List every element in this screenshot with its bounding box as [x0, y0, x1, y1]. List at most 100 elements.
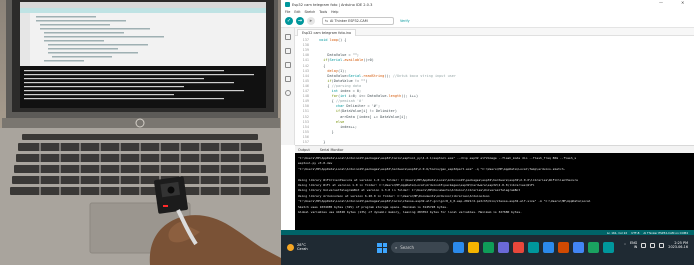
- taskbar-app-icon[interactable]: [468, 242, 479, 253]
- verify-tooltip: Verify: [400, 19, 410, 23]
- taskbar-app-icon[interactable]: [543, 242, 554, 253]
- code-editor[interactable]: 137 138 139 140 141 142 143 144 145 146 147 148 149 1…: [295, 36, 694, 145]
- console-line: Using library ArduinoJson at version 6.2…: [298, 193, 490, 198]
- board-selector[interactable]: ⇆ AI Thinker ESP32-CAM: [322, 17, 394, 25]
- output-console: "C:\Users\HP\AppData\Local\Arduino15\pac…: [295, 153, 694, 230]
- volume-icon[interactable]: [650, 242, 656, 248]
- line-number: 152: [302, 114, 309, 119]
- battery-icon[interactable]: [659, 242, 665, 248]
- code-line: { //parsing data: [319, 84, 361, 88]
- code-line: delay(1);: [319, 69, 346, 73]
- line-number-gutter: 137 138 139 140 141 142 143 144 145 146 147 148 149 1…: [295, 36, 313, 145]
- code-token: readString: [363, 73, 385, 78]
- close-button[interactable]: ✕: [681, 0, 684, 5]
- code-token: //Untuk baca string input user: [392, 73, 457, 78]
- code-line: for(int i=0; i<= DataValue.length(); i++…: [319, 94, 418, 98]
- tab-serial-monitor[interactable]: Serial Monitor: [320, 148, 344, 152]
- arduino-ide-screenshot: Esp32 cam telegram foto | Arduino IDE 2.…: [281, 0, 694, 265]
- code-line: else: [319, 120, 344, 124]
- taskbar-search[interactable]: ⌕ Search: [391, 242, 449, 253]
- menu-sketch[interactable]: Sketch: [305, 10, 316, 14]
- code-token: if: [319, 109, 341, 114]
- taskbar-app-icon[interactable]: [603, 242, 614, 253]
- code-line: { //pemisah '#': [319, 99, 364, 104]
- line-number: 147: [302, 89, 309, 93]
- laptop-photo-drawing: [0, 0, 281, 265]
- boards-icon[interactable]: [285, 48, 291, 54]
- debug-icon[interactable]: [285, 76, 291, 82]
- taskbar-app-icon[interactable]: [558, 242, 569, 253]
- code-line: if(DataValue != ""): [319, 79, 367, 83]
- code-line: char Delimiter = '#';: [319, 104, 380, 108]
- code-line: if(Serial.available()>0): [319, 58, 374, 62]
- minimize-button[interactable]: —: [659, 0, 663, 5]
- taskbar-app-icon[interactable]: [528, 242, 539, 253]
- system-tray: ˄ ENG IN 2:25 PM 2023-06-16: [624, 241, 688, 250]
- debug-icon: ▸: [309, 18, 313, 24]
- code-line: DataValue = "";: [319, 53, 359, 57]
- code-line: }: [319, 140, 325, 144]
- output-panel-header: Output Serial Monitor: [295, 145, 694, 153]
- tab-sketch[interactable]: Esp32 cam telegram foto.ino: [297, 29, 357, 36]
- line-number: 138: [302, 43, 309, 48]
- code-line: index++;: [319, 125, 357, 129]
- windows-taskbar: 28°C Cerah ⌕ Search ˄ ENG IN 2:25 PM 202…: [281, 235, 694, 265]
- verify-button[interactable]: ✓: [285, 17, 293, 25]
- search-icon[interactable]: [285, 90, 291, 96]
- taskbar-app-icon[interactable]: [513, 242, 524, 253]
- line-number: 146: [302, 83, 309, 88]
- start-button[interactable]: [377, 242, 387, 253]
- taskbar-app-icon[interactable]: [573, 242, 584, 253]
- folder-icon[interactable]: [285, 34, 291, 40]
- code-token: }: [319, 140, 326, 144]
- board-name: AI Thinker ESP32-CAM: [330, 19, 368, 23]
- menu-tools[interactable]: Tools: [319, 10, 327, 14]
- line-number: 140: [302, 53, 309, 58]
- debug-button[interactable]: ▸: [307, 17, 315, 25]
- line-number: 137: [302, 38, 309, 42]
- code-token: Delimiter = '#';: [346, 104, 381, 109]
- line-number: 150: [302, 104, 309, 109]
- wifi-icon[interactable]: [641, 242, 647, 248]
- code-line: int index = 0;: [319, 89, 362, 93]
- taskbar-app-icon[interactable]: [483, 242, 494, 253]
- taskbar-app-icon[interactable]: [588, 242, 599, 253]
- check-icon: ✓: [286, 18, 292, 24]
- menu-edit[interactable]: Edit: [294, 10, 300, 14]
- file-encoding: UTF-8: [631, 230, 640, 235]
- menu-help[interactable]: Help: [331, 10, 338, 14]
- clock-date[interactable]: 2023-06-16: [668, 245, 688, 249]
- console-line: "C:\Users\HP\AppData\Local\Arduino15\pac…: [298, 156, 577, 160]
- line-number: 154: [302, 124, 309, 129]
- code-line: if(DataValue[i] != Delimiter): [319, 109, 397, 113]
- line-number: 148: [302, 94, 309, 99]
- weather-widget[interactable]: 28°C Cerah: [287, 243, 308, 252]
- code-token: void: [319, 38, 330, 42]
- activity-sidebar: [281, 28, 295, 145]
- console-line: Using library WiFi at version 1.0 in fol…: [298, 183, 535, 187]
- code-token: int: [340, 94, 349, 99]
- line-number: 143: [302, 68, 309, 73]
- editor-tabs: Esp32 cam telegram foto.ino: [295, 28, 694, 36]
- code-token: //pemisah '#': [335, 99, 364, 104]
- library-icon[interactable]: [285, 62, 291, 68]
- tab-output[interactable]: Output: [298, 148, 310, 152]
- console-line: Global variables use 44328 bytes (13%) o…: [298, 210, 522, 214]
- code-token: for: [319, 94, 338, 99]
- code-token: //parsing data: [331, 83, 362, 88]
- taskbar-app-icon[interactable]: [498, 242, 509, 253]
- menu-file[interactable]: File: [285, 10, 290, 14]
- board-port-status[interactable]: AI Thinker ESP32-CAM on COM4: [643, 231, 688, 235]
- line-number: 145: [302, 78, 309, 83]
- taskbar-apps: ⌕ Search: [377, 242, 614, 253]
- code-token: (DataValue != ""): [331, 78, 368, 83]
- chevron-up-icon[interactable]: ˄: [624, 243, 626, 248]
- line-number: 141: [302, 58, 309, 63]
- code-token: {: [319, 83, 332, 88]
- console-line: Sketch uses 1034985 bytes (32%) of progr…: [298, 204, 448, 209]
- upload-button[interactable]: →: [296, 17, 304, 25]
- code-token: (1);: [337, 68, 347, 73]
- code-token: (); i++): [401, 94, 419, 99]
- code-token: if: [319, 78, 332, 83]
- taskbar-app-icon[interactable]: [453, 242, 464, 253]
